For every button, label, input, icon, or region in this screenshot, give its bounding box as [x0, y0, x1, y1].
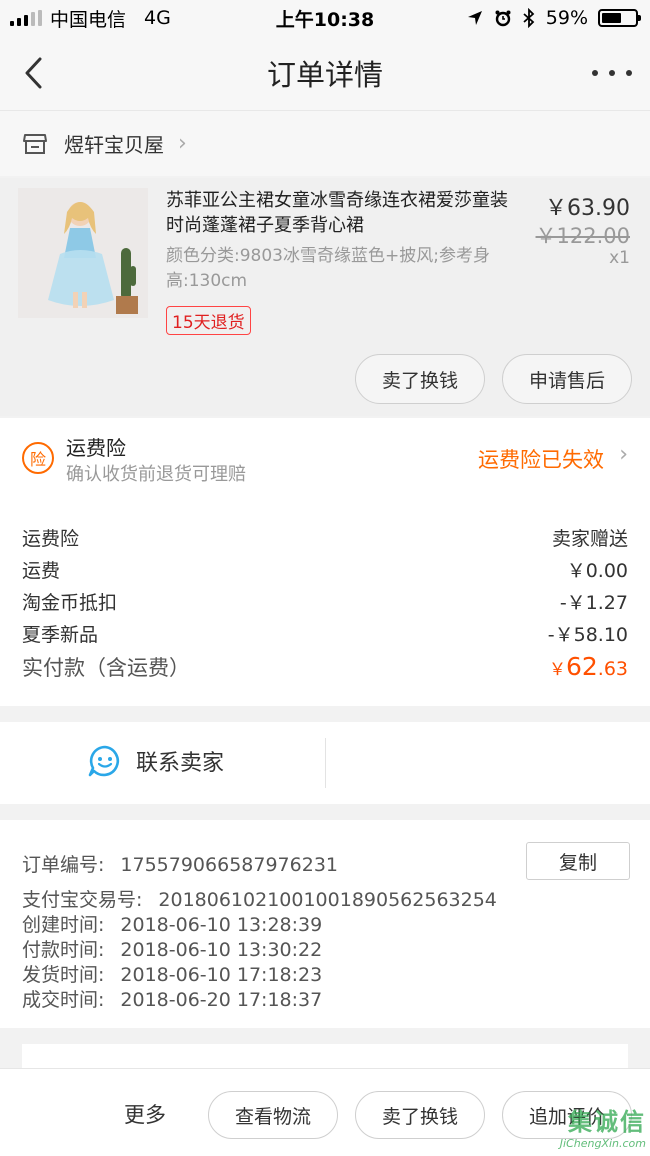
- bottom-action-bar: 更多 查看物流 卖了换钱 追加评价 集诚信 JiChengXin.com: [0, 1068, 650, 1156]
- alarm-icon: [495, 10, 511, 27]
- more-button[interactable]: 更多: [124, 1099, 166, 1129]
- cost-label: 运费: [22, 560, 61, 582]
- battery-icon: [598, 9, 641, 27]
- insurance-status[interactable]: 运费险已失效: [478, 444, 604, 474]
- cost-row: 运费 ￥0.00: [22, 556, 628, 583]
- cost-value: -￥58.10: [547, 624, 628, 646]
- cost-breakdown: 运费险 卖家赠送 运费 ￥0.00 淘金币抵扣 -￥1.27 夏季新品 -￥58…: [0, 498, 650, 706]
- network-label: 4G: [144, 7, 171, 29]
- cost-row: 夏季新品 -￥58.10: [22, 620, 628, 647]
- created-time-row: 创建时间: 2018-06-10 13:28:39: [22, 914, 323, 936]
- chevron-right-icon: ›: [178, 131, 187, 156]
- total-amount: ￥62.63: [548, 652, 628, 681]
- nav-bar: 订单详情: [0, 36, 650, 110]
- view-logistics-button[interactable]: 查看物流: [208, 1091, 338, 1139]
- product-quantity: x1: [609, 248, 630, 268]
- completed-time-row: 成交时间: 2018-06-20 17:18:37: [22, 989, 323, 1011]
- cost-value: ￥0.00: [566, 560, 628, 582]
- copy-button[interactable]: 复制: [526, 842, 630, 880]
- signal-icon: [10, 10, 42, 26]
- divider: [325, 738, 326, 788]
- insurance-title: 运费险: [66, 436, 126, 460]
- cost-row: 淘金币抵扣 -￥1.27: [22, 588, 628, 615]
- product-title[interactable]: 苏菲亚公主裙女童冰雪奇缘连衣裙爱莎童装时尚蓬蓬裙子夏季背心裙: [166, 188, 518, 238]
- return-badge: 15天退货: [166, 306, 251, 335]
- shop-row[interactable]: 煜轩宝贝屋 ›: [0, 110, 650, 176]
- chevron-right-icon: ›: [619, 442, 628, 467]
- product-original-price: ￥122.00: [535, 224, 630, 248]
- alipay-trade-row: 支付宝交易号: 2018061021001001890562563254: [22, 889, 497, 911]
- chat-bubble-icon: [88, 745, 120, 777]
- cost-row: 运费险 卖家赠送: [22, 524, 628, 551]
- location-arrow-icon: [467, 11, 482, 25]
- contact-seller-button[interactable]: 联系卖家: [88, 744, 224, 778]
- shipped-time-row: 发货时间: 2018-06-10 17:18:23: [22, 964, 323, 986]
- product-image[interactable]: [18, 188, 148, 318]
- battery-percent: 59%: [545, 7, 588, 29]
- insurance-icon: 险: [22, 442, 54, 474]
- page-title: 订单详情: [266, 58, 383, 92]
- shop-icon: [23, 133, 47, 154]
- status-bar: 中国电信 4G 上午10:38 59%: [0, 0, 650, 36]
- carrier-label: 中国电信: [50, 8, 127, 31]
- contact-seller-label: 联系卖家: [136, 751, 225, 776]
- product-spec: 颜色分类:9803冰雪奇缘蓝色+披风;参考身高:130cm: [166, 246, 490, 291]
- resell-button[interactable]: 卖了换钱: [355, 1091, 485, 1139]
- order-info: 订单编号: 175579066587976231 复制 支付宝交易号: 201806…: [0, 820, 650, 1028]
- watermark: 集诚信 JiChengXin.com: [560, 1102, 646, 1150]
- more-dots-icon[interactable]: [592, 56, 632, 90]
- resell-button[interactable]: 卖了换钱: [355, 354, 485, 404]
- cost-label: 淘金币抵扣: [22, 592, 118, 614]
- cost-value: 卖家赠送: [551, 528, 628, 550]
- product-price: ￥63.90: [545, 196, 630, 221]
- product-card: 苏菲亚公主裙女童冰雪奇缘连衣裙爱莎童装时尚蓬蓬裙子夏季背心裙 颜色分类:9803…: [0, 178, 650, 416]
- cost-value: -￥1.27: [559, 592, 628, 614]
- paid-time-row: 付款时间: 2018-06-10 13:30:22: [22, 939, 323, 961]
- shop-name[interactable]: 煜轩宝贝屋: [64, 129, 164, 158]
- total-row: 实付款（含运费） ￥62.63: [22, 652, 628, 682]
- after-sale-button[interactable]: 申请售后: [502, 354, 632, 404]
- order-number-row: 订单编号: 175579066587976231: [22, 854, 338, 876]
- back-chevron-icon[interactable]: [20, 54, 50, 92]
- insurance-subtitle: 确认收货前退货可理赔: [66, 464, 246, 485]
- contact-section: 联系卖家: [0, 722, 650, 804]
- order-number: 175579066587976231: [120, 854, 338, 876]
- shipping-insurance-row[interactable]: 险 运费险 确认收货前退货可理赔 运费险已失效 ›: [0, 418, 650, 498]
- cost-label: 夏季新品: [22, 624, 99, 646]
- cost-label: 运费险: [22, 528, 80, 550]
- total-label: 实付款（含运费）: [22, 656, 190, 680]
- watermark-url: JiChengXin.com: [559, 1137, 646, 1150]
- watermark-logo: 集诚信: [568, 1108, 646, 1136]
- bluetooth-icon: [523, 8, 535, 28]
